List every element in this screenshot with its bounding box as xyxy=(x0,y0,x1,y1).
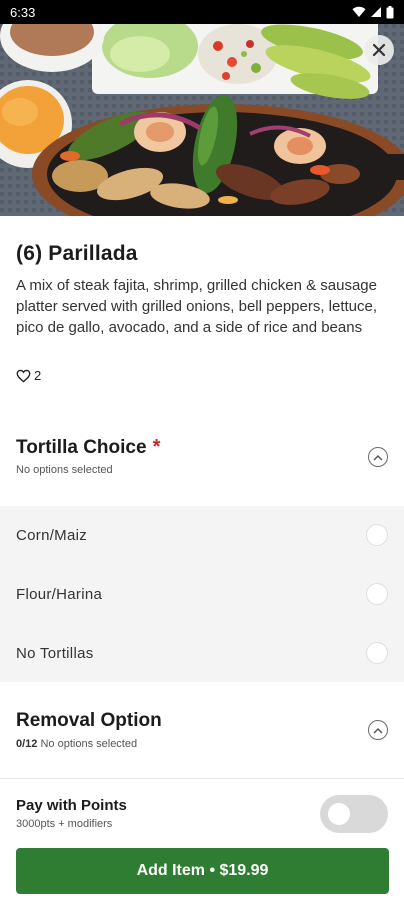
section-title-wrap: Tortilla Choice * xyxy=(16,436,160,459)
option-corn-maiz[interactable]: Corn/Maiz xyxy=(0,506,404,564)
tortilla-options-list: Corn/Maiz Flour/Harina No Tortillas xyxy=(0,506,404,682)
wifi-icon xyxy=(352,6,366,18)
radio-button[interactable] xyxy=(366,524,388,546)
option-label: Flour/Harina xyxy=(16,585,103,603)
pay-with-points-toggle[interactable] xyxy=(320,795,388,833)
close-icon xyxy=(372,43,386,57)
removal-option-header[interactable]: Removal Option 0/12 No options selected xyxy=(0,684,404,776)
option-flour-harina[interactable]: Flour/Harina xyxy=(0,565,404,623)
pay-with-points-title: Pay with Points xyxy=(16,797,127,814)
option-label: No Tortillas xyxy=(16,644,94,662)
option-no-tortillas[interactable]: No Tortillas xyxy=(0,624,404,682)
collapse-toggle[interactable] xyxy=(368,447,388,467)
signal-icon xyxy=(371,7,381,17)
tortilla-choice-header[interactable]: Tortilla Choice * No options selected xyxy=(0,420,404,506)
toggle-knob xyxy=(328,803,350,825)
status-time: 6:33 xyxy=(10,4,36,20)
status-icons xyxy=(352,5,394,19)
option-label: Corn/Maiz xyxy=(16,526,88,544)
radio-button[interactable] xyxy=(366,583,388,605)
like-button[interactable]: 2 xyxy=(16,368,41,383)
section-subtitle-wrap: 0/12 No options selected xyxy=(16,738,137,750)
required-marker: * xyxy=(152,436,161,458)
collapse-toggle[interactable] xyxy=(368,720,388,740)
close-button[interactable] xyxy=(364,35,394,65)
selection-count: 0/12 xyxy=(16,738,38,750)
add-item-button[interactable]: Add Item • $19.99 xyxy=(16,848,389,894)
item-description: A mix of steak fajita, shrimp, grilled c… xyxy=(16,277,378,336)
chevron-up-icon xyxy=(373,454,383,461)
heart-icon xyxy=(16,369,31,383)
divider xyxy=(0,778,404,779)
item-title: (6) Parillada xyxy=(16,242,138,265)
section-subtitle: No options selected xyxy=(16,464,113,476)
pay-with-points-subtitle: 3000pts + modifiers xyxy=(16,818,113,830)
item-photo xyxy=(0,24,404,216)
fajita-platter-illustration xyxy=(0,24,404,216)
section-subtitle: No options selected xyxy=(40,738,138,750)
like-count: 2 xyxy=(34,368,42,383)
chevron-up-icon xyxy=(373,727,383,734)
status-bar: 6:33 xyxy=(0,0,404,24)
radio-button[interactable] xyxy=(366,642,388,664)
section-title: Removal Option xyxy=(16,710,162,731)
battery-icon xyxy=(386,5,394,18)
section-title: Tortilla Choice xyxy=(16,437,147,458)
